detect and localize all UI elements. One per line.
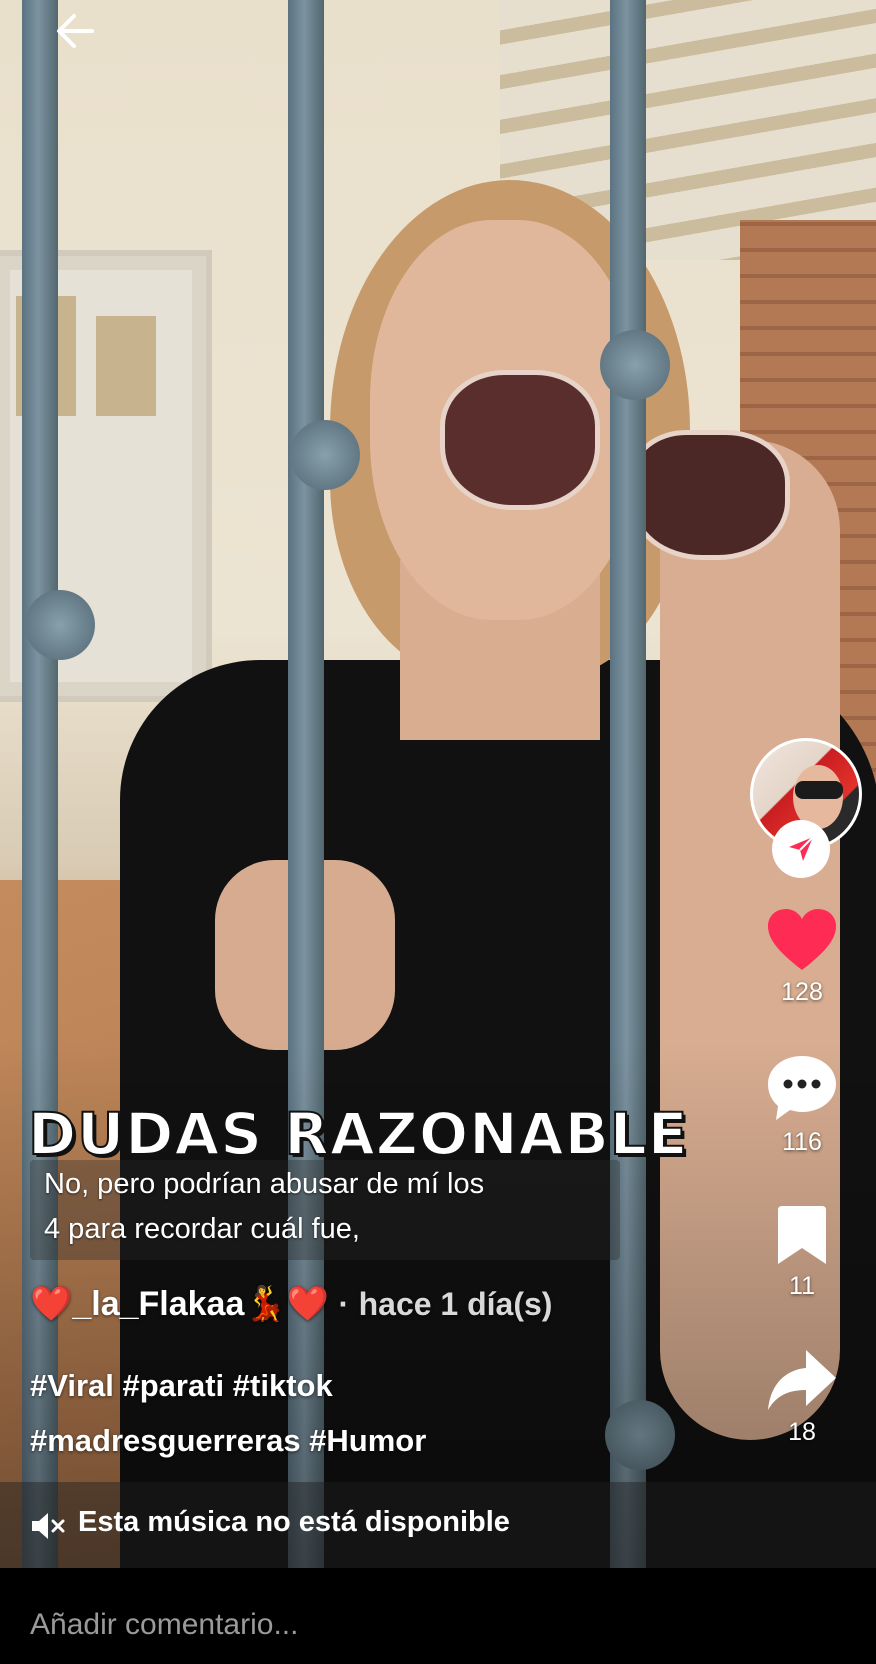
caption-line: No, pero podrían abusar de mí los: [44, 1168, 485, 1200]
video-title-overlay: DUDAS RAZONABLE: [27, 1099, 689, 1169]
video-gate-knob: [25, 590, 95, 660]
heart-icon: [768, 909, 836, 970]
follow-button[interactable]: [772, 820, 830, 878]
muted-speaker-icon: [30, 1508, 66, 1544]
video-caption: No, pero podrían abusar de mí los 4 para…: [44, 1162, 624, 1252]
send-arrow-icon: [789, 836, 814, 861]
hashtag-line[interactable]: #Viral #parati #tiktok: [30, 1358, 426, 1413]
hashtag-line[interactable]: #madresguerreras #Humor: [30, 1413, 426, 1468]
arrow-left-icon: [57, 14, 94, 48]
bookmark-icon: [778, 1206, 826, 1264]
like-button[interactable]: 128: [760, 908, 844, 1007]
time-separator: ·: [338, 1286, 350, 1322]
video-sunglasses-lens: [630, 430, 790, 560]
like-count: 128: [781, 978, 823, 1006]
share-count: 18: [788, 1418, 816, 1446]
comment-input[interactable]: Añadir comentario...: [30, 1608, 298, 1642]
video-player[interactable]: [0, 0, 876, 1568]
comment-button[interactable]: 116: [760, 1054, 844, 1157]
post-time: hace 1 día(s): [358, 1286, 553, 1322]
music-status-text: Esta música no está disponible: [78, 1506, 510, 1538]
hashtags: #Viral #parati #tiktok #madresguerreras …: [30, 1358, 426, 1468]
share-arrow-icon: [768, 1350, 836, 1410]
video-gate-knob: [600, 330, 670, 400]
author-name[interactable]: ❤️_la_Flakaa💃❤️: [30, 1285, 329, 1323]
comment-count: 116: [782, 1128, 822, 1156]
share-button[interactable]: 18: [760, 1348, 844, 1447]
caption-line: 4 para recordar cuál fue,: [44, 1213, 360, 1245]
video-gate-knob: [290, 420, 360, 490]
back-button[interactable]: [52, 8, 98, 54]
save-count: 11: [789, 1272, 815, 1300]
video-sunglasses-lens: [440, 370, 600, 510]
comment-bubble-icon: [768, 1056, 836, 1120]
save-button[interactable]: 11: [760, 1204, 844, 1301]
post-meta: ❤️_la_Flakaa💃❤️ · hace 1 día(s): [30, 1282, 552, 1326]
